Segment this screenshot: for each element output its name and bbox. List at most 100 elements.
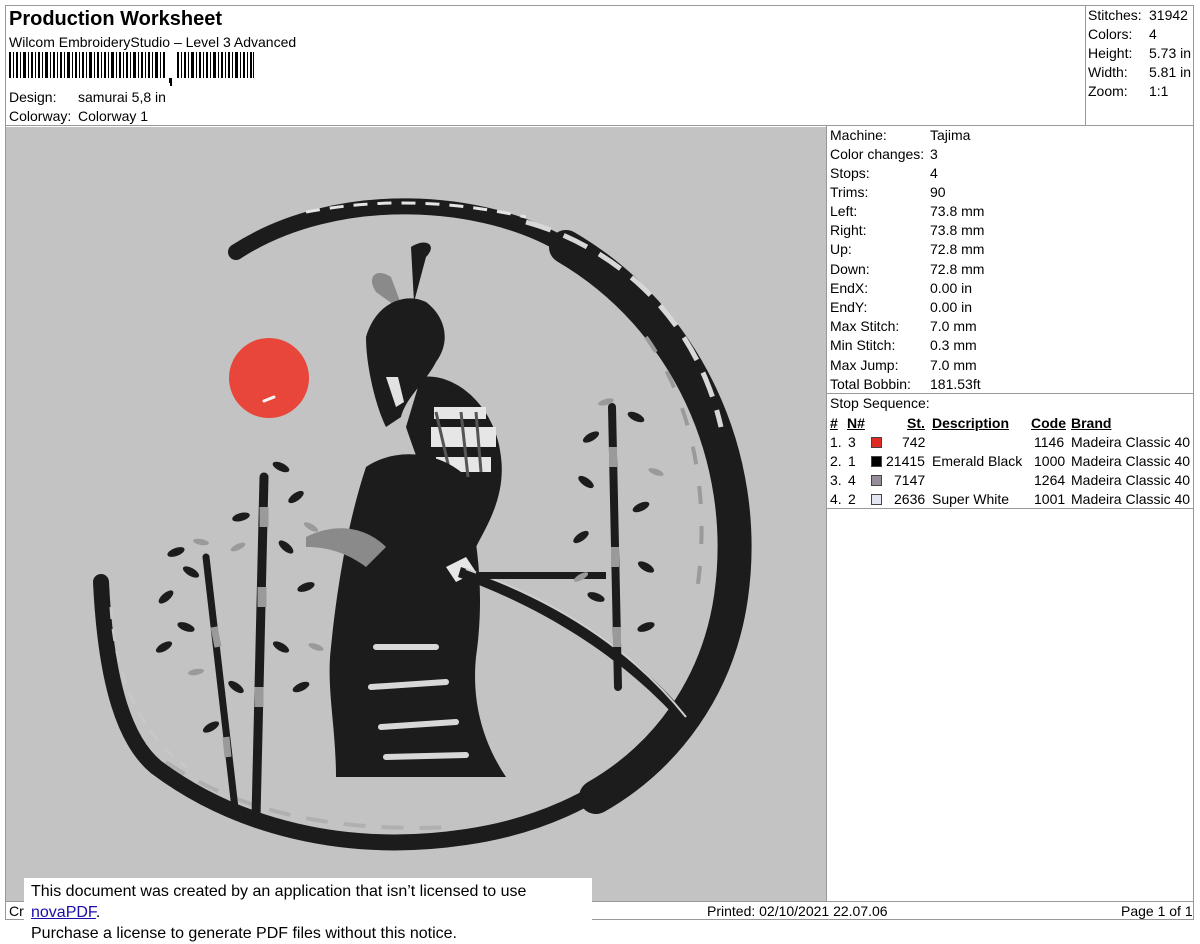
design-preview (6, 127, 826, 901)
stat-stitches: Stitches: 31942 (1088, 7, 1188, 23)
spec-label: Down: (830, 261, 870, 277)
color-swatch-grey (871, 475, 882, 486)
row-brand: Madeira Classic 40 (1071, 491, 1191, 507)
spec-label: Color changes: (830, 146, 925, 162)
row-stitches: 742 (902, 434, 926, 450)
spec-value: 72.8 mm (930, 261, 985, 277)
page-number: Page 1 of 1 (1121, 903, 1193, 919)
spec-label: Total Bobbin: (830, 376, 911, 392)
spec-label: Max Jump: (830, 357, 899, 373)
color-swatch-black (871, 456, 882, 467)
stat-height: Height: 5.73 in (1088, 45, 1191, 61)
spec-label: Max Stitch: (830, 318, 900, 334)
spec-label: EndY: (830, 299, 868, 315)
stat-label: Width: (1088, 64, 1128, 80)
notice-text: This document was created by an applicat… (31, 883, 527, 900)
spec-value: 73.8 mm (930, 222, 985, 238)
stop-sequence-title: Stop Sequence: (830, 395, 930, 411)
spec-label: Min Stitch: (830, 337, 896, 353)
row-code: 1001 (1034, 491, 1066, 507)
row-stitches: 7147 (894, 472, 926, 488)
stat-label: Colors: (1088, 26, 1133, 42)
row-num: 1. (830, 434, 842, 450)
spec-value: 4 (930, 165, 938, 181)
color-swatch-red (871, 437, 882, 448)
col-header-stitches: St. (907, 415, 925, 431)
stat-label: Height: (1088, 45, 1133, 61)
row-num: 4. (830, 491, 842, 507)
specs-divider (826, 126, 827, 901)
software-subtitle: Wilcom EmbroideryStudio – Level 3 Advanc… (9, 34, 297, 50)
spec-label: Stops: (830, 165, 870, 181)
stat-label: Stitches: (1088, 7, 1142, 23)
stats-divider (1085, 5, 1086, 126)
row-brand: Madeira Classic 40 (1071, 453, 1191, 469)
notice-period: . (95, 904, 101, 921)
row-needle: 1 (848, 453, 856, 469)
row-description: Super White (932, 491, 1010, 507)
row-stitches: 21415 (886, 453, 925, 469)
barcode (9, 52, 254, 86)
row-needle: 4 (848, 472, 856, 488)
spec-value: Tajima (930, 127, 971, 143)
stat-label: Zoom: (1088, 83, 1128, 99)
notice-line-2: Purchase a license to generate PDF files… (31, 925, 457, 942)
row-needle: 2 (848, 491, 856, 507)
row-code: 1264 (1034, 472, 1066, 488)
stat-zoom: Zoom: 1:1 (1088, 83, 1168, 99)
spec-value: 3 (930, 146, 938, 162)
printed-date: Printed: 02/10/2021 22.07.06 (707, 903, 888, 919)
stat-value: 5.73 in (1149, 45, 1192, 61)
row-code: 1146 (1034, 434, 1065, 450)
spec-value: 0.00 in (930, 299, 973, 315)
colorway-value: Colorway 1 (78, 108, 149, 124)
sequence-bottom-divider (826, 508, 1194, 509)
spec-label: Up: (830, 241, 852, 257)
col-header-num: # (830, 415, 838, 431)
spec-value: 181.53ft (930, 376, 981, 392)
specs-sequence-divider (826, 393, 1194, 394)
spec-value: 73.8 mm (930, 203, 985, 219)
stat-value: 5.81 in (1149, 64, 1192, 80)
row-brand: Madeira Classic 40 (1071, 472, 1191, 488)
spec-value: 90 (930, 184, 946, 200)
spec-label: Right: (830, 222, 867, 238)
row-needle: 3 (848, 434, 856, 450)
spec-label: Machine: (830, 127, 887, 143)
row-description: Emerald Black (932, 453, 1023, 469)
design-value: samurai 5,8 in (78, 89, 166, 105)
design-label: Design: (9, 89, 57, 105)
row-code: 1000 (1034, 453, 1066, 469)
color-swatch-white (871, 494, 882, 505)
page-title: Production Worksheet (9, 8, 222, 30)
bamboo-right (573, 398, 664, 691)
col-header-code: Code (1031, 415, 1066, 431)
novapdf-link[interactable]: novaPDF (31, 904, 96, 921)
stat-width: Width: 5.81 in (1088, 64, 1191, 80)
stat-value: 4 (1149, 26, 1157, 42)
spec-label: Trims: (830, 184, 869, 200)
stat-value: 1:1 (1149, 83, 1169, 99)
spec-label: Left: (830, 203, 858, 219)
row-num: 2. (830, 453, 842, 469)
spec-value: 0.3 mm (930, 337, 977, 353)
row-stitches: 2636 (894, 491, 926, 507)
katana (458, 567, 696, 733)
col-header-needle: N# (847, 415, 865, 431)
bamboo-left (155, 461, 324, 822)
red-sun (229, 338, 309, 418)
stat-value: 31942 (1149, 7, 1188, 23)
footer-left-text: Cr (9, 903, 24, 919)
spec-label: EndX: (830, 280, 869, 296)
spec-value: 7.0 mm (930, 357, 977, 373)
license-notice: This document was created by an applicat… (24, 878, 592, 942)
header-divider (5, 125, 1194, 126)
spec-value: 0.00 in (930, 280, 973, 296)
row-brand: Madeira Classic 40 (1071, 434, 1191, 450)
samurai-embroidery-artwork (93, 198, 752, 851)
col-header-brand: Brand (1071, 415, 1112, 431)
notice-line-1: This document was created by an applicat… (31, 881, 592, 923)
row-num: 3. (830, 472, 842, 488)
spec-value: 7.0 mm (930, 318, 977, 334)
stat-colors: Colors: 4 (1088, 26, 1157, 42)
